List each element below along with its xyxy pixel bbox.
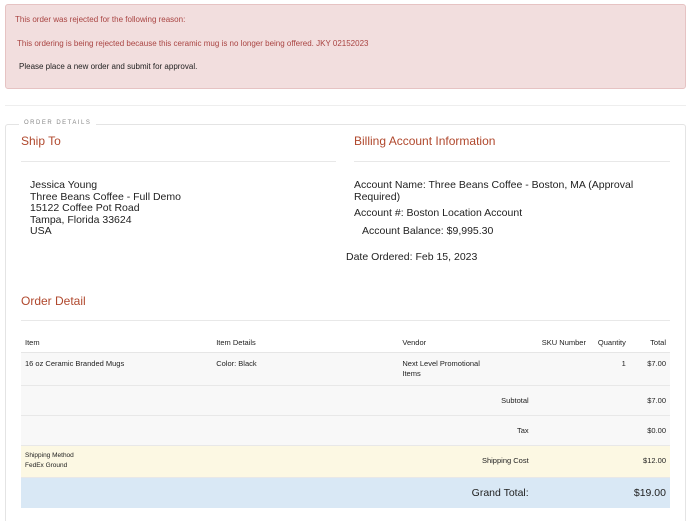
- grand-total-value: $19.00: [633, 486, 666, 499]
- ship-to-country: USA: [30, 225, 52, 238]
- alert-reason: This ordering is being rejected because …: [17, 39, 369, 48]
- order-detail-table: Item Item Details Vendor SKU Number Quan…: [21, 334, 670, 508]
- account-name-line2: Required): [354, 190, 401, 203]
- subtotal-value: $7.00: [629, 385, 670, 416]
- subtotal-label: Subtotal: [398, 385, 533, 416]
- shipping-method-label: Shipping Method: [25, 451, 74, 459]
- ship-to-divider: [21, 161, 336, 162]
- item-quantity: 1: [589, 352, 630, 386]
- billing-account-number: Account #: Boston Location Account: [354, 207, 523, 219]
- subtotal-row: Subtotal $7.00: [21, 385, 670, 416]
- item-name: 16 oz Ceramic Branded Mugs: [21, 352, 213, 386]
- col-header-vendor: Vendor: [398, 334, 533, 353]
- col-header-details: Item Details: [212, 334, 399, 353]
- tax-row: Tax $0.00: [21, 415, 670, 446]
- grand-total-row: Grand Total: $19.00: [21, 477, 670, 508]
- date-ordered: Date Ordered: Feb 15, 2023: [346, 251, 478, 263]
- shipping-method-value: FedEx Ground: [25, 462, 68, 469]
- billing-divider: [354, 161, 670, 162]
- col-header-sku: SKU Number: [532, 334, 590, 353]
- ship-to-address: Jessica Young Three Beans Coffee - Full …: [30, 179, 181, 238]
- alert-heading: This order was rejected for the followin…: [15, 15, 186, 24]
- grand-total-label: Grand Total:: [471, 486, 529, 499]
- ship-to-city: Tampa, Florida 33624: [30, 213, 132, 226]
- tax-value: $0.00: [629, 415, 670, 446]
- divider: [5, 105, 686, 106]
- item-sku: [532, 352, 590, 386]
- order-details-legend: ORDER DETAILS: [19, 120, 97, 126]
- vendor-line2: Items: [402, 368, 421, 378]
- shipping-cost-label: Shipping Cost: [398, 445, 533, 478]
- billing-account-balance: Account Balance: $9,995.30: [362, 225, 494, 237]
- ship-to-name: Jessica Young: [30, 179, 98, 191]
- rejection-alert: This order was rejected for the followin…: [5, 4, 686, 89]
- item-vendor: Next Level Promotional Items: [398, 352, 533, 386]
- order-detail-title: Order Detail: [21, 294, 86, 308]
- col-header-total: Total: [629, 334, 670, 353]
- tax-label: Tax: [398, 415, 533, 446]
- alert-instruction: Please place a new order and submit for …: [19, 62, 198, 71]
- ship-to-title: Ship To: [21, 134, 61, 148]
- billing-title: Billing Account Information: [354, 134, 496, 148]
- shipping-row: Shipping Method FedEx Ground Shipping Co…: [21, 445, 670, 478]
- vendor-line1: Next Level Promotional: [402, 358, 480, 368]
- table-header-row: Item Item Details Vendor SKU Number Quan…: [21, 334, 670, 353]
- order-detail-divider: [21, 320, 670, 321]
- account-name-line1: Account Name: Three Beans Coffee - Bosto…: [354, 179, 634, 191]
- col-header-quantity: Quantity: [589, 334, 630, 353]
- shipping-cost-value: $12.00: [629, 445, 670, 478]
- shipping-method: Shipping Method FedEx Ground: [21, 445, 213, 478]
- col-header-item: Item: [21, 334, 213, 353]
- table-row: 16 oz Ceramic Branded Mugs Color: Black …: [21, 352, 670, 386]
- item-total: $7.00: [629, 352, 670, 386]
- item-details: Color: Black: [212, 352, 399, 386]
- billing-account-name: Account Name: Three Beans Coffee - Bosto…: [354, 179, 634, 203]
